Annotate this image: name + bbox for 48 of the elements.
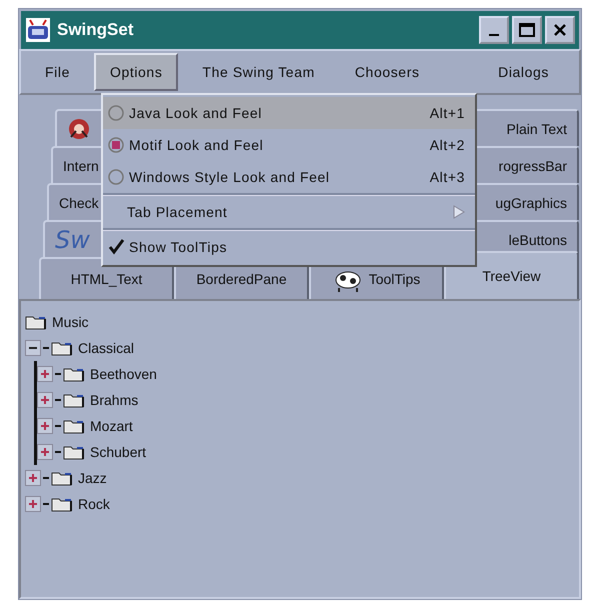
- tree-node[interactable]: Beethoven: [90, 366, 157, 382]
- folder-icon: [63, 418, 85, 434]
- tree-node[interactable]: Rock: [78, 496, 110, 512]
- tab[interactable]: TreeView: [444, 251, 579, 299]
- folder-icon: [63, 392, 85, 408]
- folder-icon: [63, 366, 85, 382]
- expand-handle[interactable]: [37, 392, 53, 408]
- app-icon: [25, 17, 51, 43]
- checkbox[interactable]: [107, 238, 125, 256]
- expand-handle[interactable]: [25, 470, 41, 486]
- expand-handle[interactable]: [37, 444, 53, 460]
- shortcut-label: Alt+2: [430, 137, 465, 153]
- tree-node[interactable]: Schubert: [90, 444, 146, 460]
- tree-node[interactable]: Mozart: [90, 418, 133, 434]
- close-button[interactable]: [545, 16, 575, 44]
- maximize-button[interactable]: [512, 16, 542, 44]
- menu-item[interactable]: Options: [94, 53, 178, 91]
- shortcut-label: Alt+1: [430, 105, 465, 121]
- folder-icon: [51, 496, 73, 512]
- menu-item[interactable]: The Swing Team: [186, 53, 331, 91]
- folder-icon: [25, 314, 47, 330]
- window-title: SwingSet: [57, 20, 135, 40]
- menu-item[interactable]: Java Look and Feel Alt+1: [103, 97, 475, 129]
- menu-item[interactable]: Dialogs: [482, 53, 565, 91]
- folder-icon: [51, 340, 73, 356]
- expand-handle[interactable]: [25, 496, 41, 512]
- menu-item[interactable]: Tab Placement: [103, 196, 475, 228]
- shortcut-label: Alt+3: [430, 169, 465, 185]
- close-icon: [553, 23, 567, 37]
- submenu-arrow-icon: [453, 205, 465, 219]
- tree-node[interactable]: Jazz: [78, 470, 107, 486]
- radio-button[interactable]: [107, 104, 125, 122]
- tree-node[interactable]: Music: [52, 314, 89, 330]
- tree-node[interactable]: Classical: [78, 340, 134, 356]
- folder-icon: [51, 470, 73, 486]
- minimize-icon: [489, 34, 499, 36]
- maximize-icon: [519, 23, 535, 37]
- folder-icon: [63, 444, 85, 460]
- tab-label: ToolTips: [368, 271, 420, 287]
- minimize-button[interactable]: [479, 16, 509, 44]
- expand-handle[interactable]: [37, 418, 53, 434]
- expand-handle[interactable]: [37, 366, 53, 382]
- tree-node[interactable]: Brahms: [90, 392, 138, 408]
- radio-button[interactable]: [107, 136, 125, 154]
- menu-item[interactable]: Choosers: [338, 53, 436, 91]
- radio-button[interactable]: [107, 168, 125, 186]
- menu-item[interactable]: File: [29, 53, 86, 91]
- collapse-handle[interactable]: [25, 340, 41, 356]
